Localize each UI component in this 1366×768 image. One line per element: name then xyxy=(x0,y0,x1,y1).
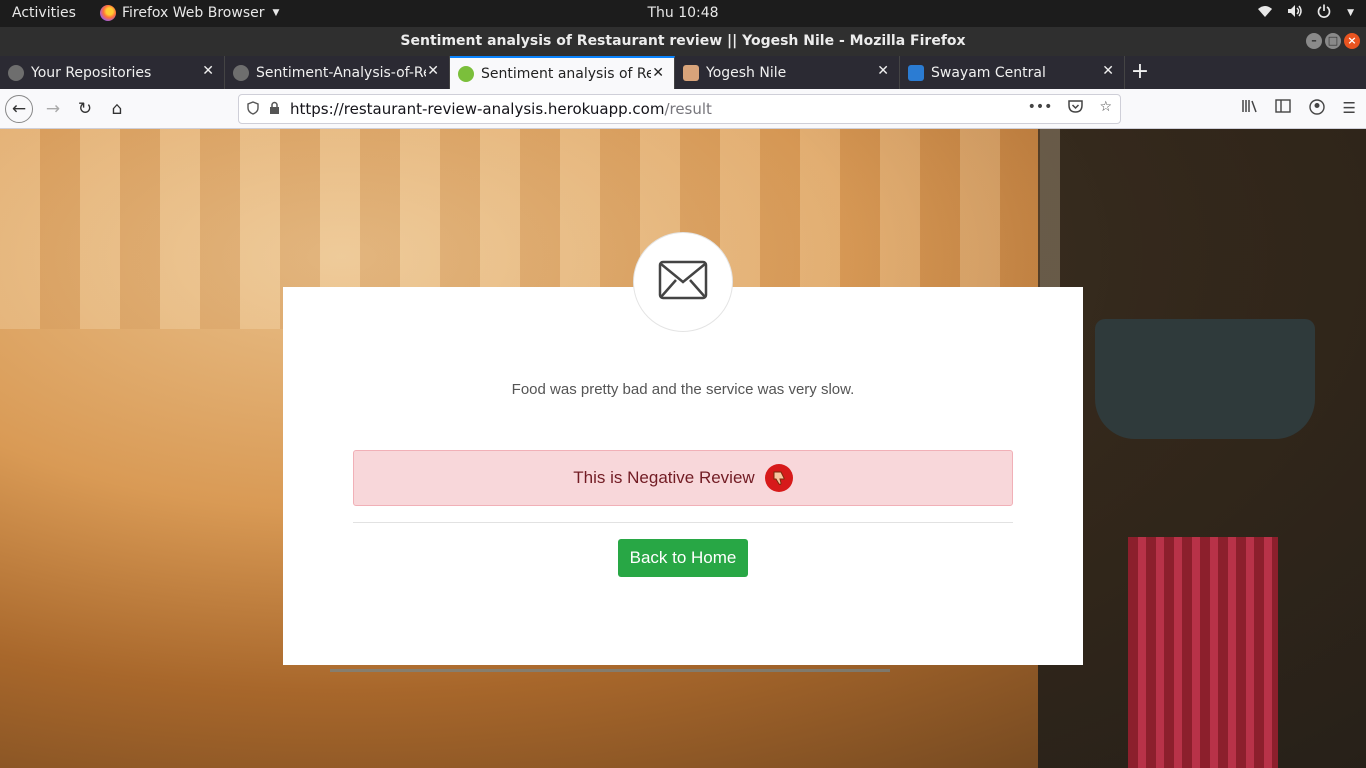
back-to-home-button[interactable]: Back to Home xyxy=(618,539,748,577)
app-menu[interactable]: Firefox Web Browser ▼ xyxy=(100,5,279,21)
power-icon xyxy=(1317,4,1331,22)
background-photo-lamp xyxy=(1095,319,1315,439)
tracking-shield-icon[interactable] xyxy=(247,100,259,118)
divider xyxy=(353,522,1013,523)
tab-sentiment-analysis-result[interactable]: Sentiment analysis of Re ✕ xyxy=(450,56,675,89)
swayam-icon xyxy=(908,64,924,81)
system-top-bar: Activities Firefox Web Browser ▼ Thu 10:… xyxy=(0,0,1366,27)
github-icon xyxy=(8,64,24,81)
system-tray[interactable]: ▼ xyxy=(1257,4,1354,22)
maximize-button[interactable]: □ xyxy=(1325,33,1341,49)
library-icon[interactable] xyxy=(1241,99,1257,119)
background-photo-curtain xyxy=(1128,537,1278,768)
github-icon xyxy=(233,64,249,81)
page-actions-icon[interactable]: ••• xyxy=(1028,99,1053,117)
envelope-icon-circle xyxy=(633,232,733,332)
background-photo-sign xyxy=(330,669,890,768)
activities-button[interactable]: Activities xyxy=(12,5,76,21)
account-icon[interactable] xyxy=(1308,99,1325,119)
sidebar-icon[interactable] xyxy=(1274,99,1291,119)
page-viewport: Food was pretty bad and the service was … xyxy=(0,129,1366,768)
minimize-button[interactable]: – xyxy=(1306,33,1322,49)
url-host: https://restaurant-review-analysis.herok… xyxy=(290,100,665,118)
pocket-icon[interactable] xyxy=(1068,99,1084,117)
hamburger-menu-icon[interactable]: ☰ xyxy=(1343,99,1356,119)
volume-icon xyxy=(1287,4,1303,22)
result-card: Food was pretty bad and the service was … xyxy=(283,232,1083,665)
url-actions: ••• ☆ xyxy=(1028,99,1112,117)
close-window-button[interactable]: × xyxy=(1344,33,1360,49)
window-title-bar: Sentiment analysis of Restaurant review … xyxy=(0,27,1366,56)
window-controls: – □ × xyxy=(1306,33,1360,49)
lock-icon[interactable] xyxy=(269,101,280,118)
tab-strip: Your Repositories ✕ Sentiment-Analysis-o… xyxy=(0,56,1366,89)
close-tab-icon[interactable]: ✕ xyxy=(877,63,889,79)
new-tab-button[interactable]: + xyxy=(1125,56,1155,89)
sentiment-alert: This is Negative Review xyxy=(353,450,1013,506)
tab-sentiment-analysis-repo[interactable]: Sentiment-Analysis-of-Re ✕ xyxy=(225,56,450,89)
tab-title: Swayam Central xyxy=(931,64,1046,81)
toolbar-right-buttons: ☰ xyxy=(1241,99,1356,119)
firefox-icon xyxy=(100,5,116,21)
wifi-icon xyxy=(1257,4,1273,22)
window-title: Sentiment analysis of Restaurant review … xyxy=(400,33,966,49)
home-button[interactable]: ⌂ xyxy=(103,95,131,123)
back-button[interactable]: ← xyxy=(5,95,33,123)
navigation-toolbar: ← → ↻ ⌂ https://restaurant-review-analys… xyxy=(0,89,1366,129)
close-tab-icon[interactable]: ✕ xyxy=(1102,63,1114,79)
chevron-down-icon: ▼ xyxy=(272,8,280,18)
review-text: Food was pretty bad and the service was … xyxy=(511,381,855,398)
close-tab-icon[interactable]: ✕ xyxy=(652,65,664,81)
tab-yogesh-nile[interactable]: Yogesh Nile ✕ xyxy=(675,56,900,89)
app-menu-label: Firefox Web Browser xyxy=(122,5,265,21)
url-path: /result xyxy=(664,100,712,118)
bookmark-star-icon[interactable]: ☆ xyxy=(1099,99,1112,117)
forward-button[interactable]: → xyxy=(39,95,67,123)
tab-title: Your Repositories xyxy=(31,64,152,81)
address-bar[interactable]: https://restaurant-review-analysis.herok… xyxy=(238,94,1121,124)
envelope-icon xyxy=(658,260,708,304)
tab-title: Yogesh Nile xyxy=(706,64,787,81)
reload-button[interactable]: ↻ xyxy=(71,95,99,123)
person-icon xyxy=(683,64,699,81)
tab-your-repositories[interactable]: Your Repositories ✕ xyxy=(0,56,225,89)
thumbs-down-icon xyxy=(764,464,793,492)
site-favicon-icon xyxy=(458,65,474,82)
close-tab-icon[interactable]: ✕ xyxy=(202,63,214,79)
tab-title: Sentiment-Analysis-of-Re xyxy=(256,64,426,81)
close-tab-icon[interactable]: ✕ xyxy=(427,63,439,79)
chevron-down-icon: ▼ xyxy=(1347,8,1354,18)
tab-title: Sentiment analysis of Re xyxy=(481,65,651,82)
sentiment-label: This is Negative Review xyxy=(573,468,755,487)
tab-swayam-central[interactable]: Swayam Central ✕ xyxy=(900,56,1125,89)
